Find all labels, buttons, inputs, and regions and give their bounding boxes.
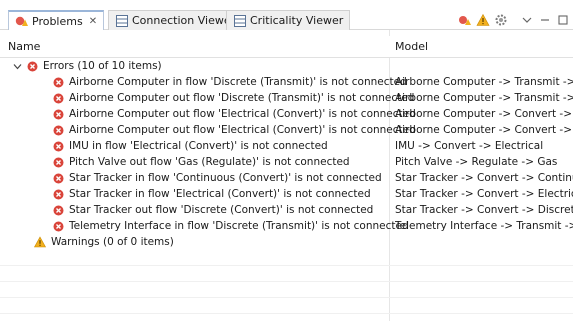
tab-criticality-viewer[interactable]: Criticality Viewer <box>226 10 351 30</box>
table-row[interactable]: Star Tracker out flow 'Discrete (Convert… <box>0 202 573 218</box>
error-icon <box>52 188 64 200</box>
minimize-icon[interactable] <box>537 12 553 28</box>
table-icon <box>115 14 128 27</box>
chevron-down-icon[interactable] <box>12 60 22 72</box>
tab-connection-viewer-label: Connection Viewer <box>132 14 236 27</box>
problem-model: Pitch Valve -> Regulate -> Gas <box>395 156 558 168</box>
errors-group-label: Errors (10 of 10 items) <box>43 60 162 72</box>
problems-icon <box>15 15 28 28</box>
warning-icon[interactable] <box>475 12 491 28</box>
errors-group-row[interactable]: Errors (10 of 10 items) <box>0 58 573 74</box>
error-icon <box>52 92 64 104</box>
column-header-model[interactable]: Model <box>395 36 428 58</box>
problem-description: Telemetry Interface in flow 'Discrete (T… <box>69 220 409 232</box>
problem-model: Airborne Computer -> Transmit -> ... <box>395 76 573 88</box>
error-icon <box>52 140 64 152</box>
problem-description: Airborne Computer out flow 'Electrical (… <box>69 108 416 120</box>
table-row[interactable]: Star Tracker in flow 'Electrical (Conver… <box>0 186 573 202</box>
table-row[interactable]: Airborne Computer out flow 'Electrical (… <box>0 106 573 122</box>
problem-description: Pitch Valve out flow 'Gas (Regulate)' is… <box>69 156 350 168</box>
table-header: Name Model <box>0 36 573 58</box>
close-icon[interactable]: ✕ <box>89 16 97 27</box>
gear-icon[interactable] <box>493 12 509 28</box>
alert-icon[interactable] <box>457 12 473 28</box>
warnings-group-row[interactable]: Warnings (0 of 0 items) <box>0 234 573 250</box>
warning-icon <box>34 236 46 248</box>
table-row[interactable]: IMU in flow 'Electrical (Convert)' is no… <box>0 138 573 154</box>
problem-description: Airborne Computer in flow 'Discrete (Tra… <box>69 76 407 88</box>
problem-model: Star Tracker -> Convert -> Discrete <box>395 204 573 216</box>
error-icon <box>26 60 38 72</box>
table-row[interactable]: Airborne Computer out flow 'Discrete (Tr… <box>0 90 573 106</box>
column-header-name[interactable]: Name <box>8 36 40 58</box>
table-icon <box>233 14 246 27</box>
tab-criticality-viewer-label: Criticality Viewer <box>250 14 344 27</box>
problem-model: Telemetry Interface -> Transmit -> D... <box>395 220 573 232</box>
empty-row <box>0 266 573 282</box>
table-row[interactable]: Airborne Computer out flow 'Electrical (… <box>0 122 573 138</box>
warnings-group-label: Warnings (0 of 0 items) <box>51 236 174 248</box>
tab-problems[interactable]: Problems ✕ <box>8 10 105 30</box>
table-row[interactable]: Telemetry Interface in flow 'Discrete (T… <box>0 218 573 234</box>
problem-model: Star Tracker -> Convert -> Electrical <box>395 188 573 200</box>
error-icon <box>52 124 64 136</box>
problems-table: Name Model Errors (10 of 10 items) Airbo… <box>0 30 573 321</box>
view-tab-bar: Problems ✕ Connection Viewer Criticality… <box>0 0 573 30</box>
maximize-icon[interactable] <box>555 12 571 28</box>
problem-model: Airborne Computer -> Transmit -> ... <box>395 92 573 104</box>
error-icon <box>52 156 64 168</box>
empty-row <box>0 298 573 314</box>
problem-description: Airborne Computer out flow 'Electrical (… <box>69 124 416 136</box>
problem-model: IMU -> Convert -> Electrical <box>395 140 544 152</box>
problem-description: Star Tracker in flow 'Electrical (Conver… <box>69 188 371 200</box>
problem-description: Airborne Computer out flow 'Discrete (Tr… <box>69 92 415 104</box>
tab-connection-viewer[interactable]: Connection Viewer <box>108 10 243 30</box>
error-icon <box>52 204 64 216</box>
problem-description: Star Tracker out flow 'Discrete (Convert… <box>69 204 374 216</box>
error-icon <box>52 108 64 120</box>
problem-model: Airborne Computer -> Convert -> El... <box>395 108 573 120</box>
error-icon <box>52 220 64 232</box>
problem-model: Star Tracker -> Convert -> Continuous <box>395 172 573 184</box>
error-icon <box>52 76 64 88</box>
tab-problems-label: Problems <box>32 14 83 28</box>
table-row[interactable]: Star Tracker in flow 'Continuous (Conver… <box>0 170 573 186</box>
problem-description: Star Tracker in flow 'Continuous (Conver… <box>69 172 382 184</box>
empty-row <box>0 250 573 266</box>
problem-description: IMU in flow 'Electrical (Convert)' is no… <box>69 140 328 152</box>
view-menu-icon[interactable] <box>519 12 535 28</box>
error-icon <box>52 172 64 184</box>
view-toolbar <box>455 12 571 28</box>
table-body: Errors (10 of 10 items) Airborne Compute… <box>0 58 573 314</box>
empty-row <box>0 282 573 298</box>
table-row[interactable]: Airborne Computer in flow 'Discrete (Tra… <box>0 74 573 90</box>
table-row[interactable]: Pitch Valve out flow 'Gas (Regulate)' is… <box>0 154 573 170</box>
problem-model: Airborne Computer -> Convert -> El... <box>395 124 573 136</box>
